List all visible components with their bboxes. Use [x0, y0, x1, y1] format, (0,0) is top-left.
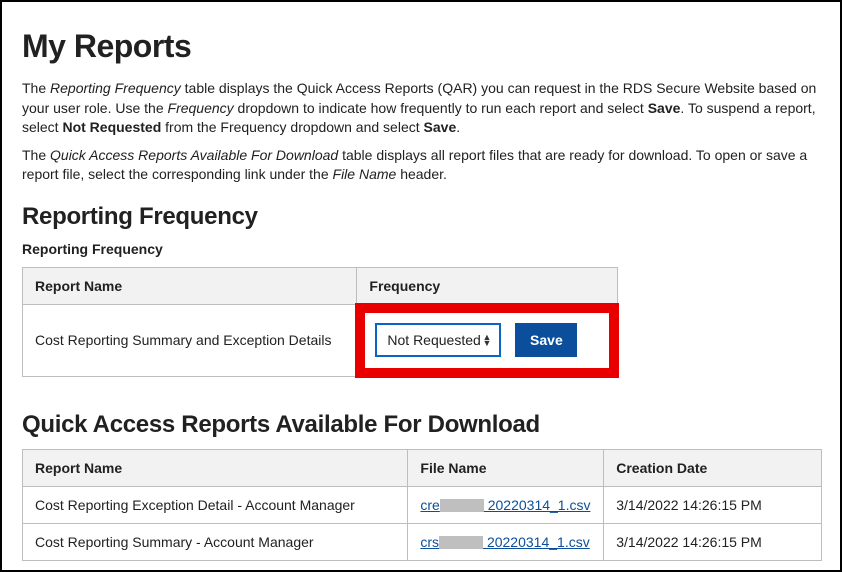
- cell-file-name: crs 20220314_1.csv: [408, 523, 604, 560]
- page-title: My Reports: [22, 28, 820, 65]
- col-creation-date: Creation Date: [604, 449, 822, 486]
- intro-text: The: [22, 147, 50, 163]
- intro-text-bold: Save: [424, 119, 457, 135]
- cell-report-name: Cost Reporting Summary - Account Manager: [23, 523, 408, 560]
- intro-text: from the Frequency dropdown and select: [161, 119, 423, 135]
- frequency-dropdown[interactable]: Not Requested ▲▼: [375, 323, 501, 357]
- file-suffix: 20220314_1.csv: [484, 497, 591, 513]
- file-prefix: crs: [420, 534, 439, 550]
- table-row: Cost Reporting Summary - Account Manager…: [23, 523, 822, 560]
- cell-creation-date: 3/14/2022 14:26:15 PM: [604, 486, 822, 523]
- intro-text: header.: [396, 166, 447, 182]
- intro-text-italic: Quick Access Reports Available For Downl…: [50, 147, 338, 163]
- intro-text-italic: Frequency: [168, 100, 234, 116]
- table-row: Cost Reporting Summary and Exception Det…: [23, 304, 618, 376]
- col-file-name: File Name: [408, 449, 604, 486]
- highlight-box: Not Requested ▲▼ Save: [355, 303, 619, 378]
- intro-text: dropdown to indicate how frequently to r…: [234, 100, 648, 116]
- redacted-block: [439, 536, 483, 549]
- file-suffix: 20220314_1.csv: [483, 534, 590, 550]
- save-button[interactable]: Save: [515, 323, 577, 357]
- frequency-dropdown-value: Not Requested: [387, 332, 480, 348]
- table-row: Cost Reporting Exception Detail - Accoun…: [23, 486, 822, 523]
- col-report-name: Report Name: [23, 449, 408, 486]
- file-link[interactable]: cre 20220314_1.csv: [420, 497, 590, 513]
- col-frequency: Frequency: [357, 267, 618, 304]
- cell-report-name: Cost Reporting Exception Detail - Accoun…: [23, 486, 408, 523]
- downloads-table: Report Name File Name Creation Date Cost…: [22, 449, 822, 561]
- cell-file-name: cre 20220314_1.csv: [408, 486, 604, 523]
- file-link[interactable]: crs 20220314_1.csv: [420, 534, 589, 550]
- redacted-block: [440, 499, 484, 512]
- file-prefix: cre: [420, 497, 439, 513]
- reporting-frequency-caption: Reporting Frequency: [22, 241, 820, 257]
- reporting-frequency-heading: Reporting Frequency: [22, 203, 820, 231]
- intro-paragraph-1: The Reporting Frequency table displays t…: [22, 79, 820, 138]
- cell-report-name: Cost Reporting Summary and Exception Det…: [23, 304, 357, 376]
- intro-text: .: [456, 119, 460, 135]
- cell-creation-date: 3/14/2022 14:26:15 PM: [604, 523, 822, 560]
- intro-text: The: [22, 80, 50, 96]
- intro-text-bold: Not Requested: [62, 119, 161, 135]
- intro-text-italic: Reporting Frequency: [50, 80, 181, 96]
- intro-text-bold: Save: [648, 100, 681, 116]
- downloads-heading: Quick Access Reports Available For Downl…: [22, 411, 820, 439]
- chevron-updown-icon: ▲▼: [482, 334, 491, 346]
- cell-frequency: Not Requested ▲▼ Save: [357, 304, 618, 376]
- intro-text-italic: File Name: [333, 166, 397, 182]
- reporting-frequency-table: Report Name Frequency Cost Reporting Sum…: [22, 267, 618, 377]
- col-report-name: Report Name: [23, 267, 357, 304]
- intro-paragraph-2: The Quick Access Reports Available For D…: [22, 146, 820, 185]
